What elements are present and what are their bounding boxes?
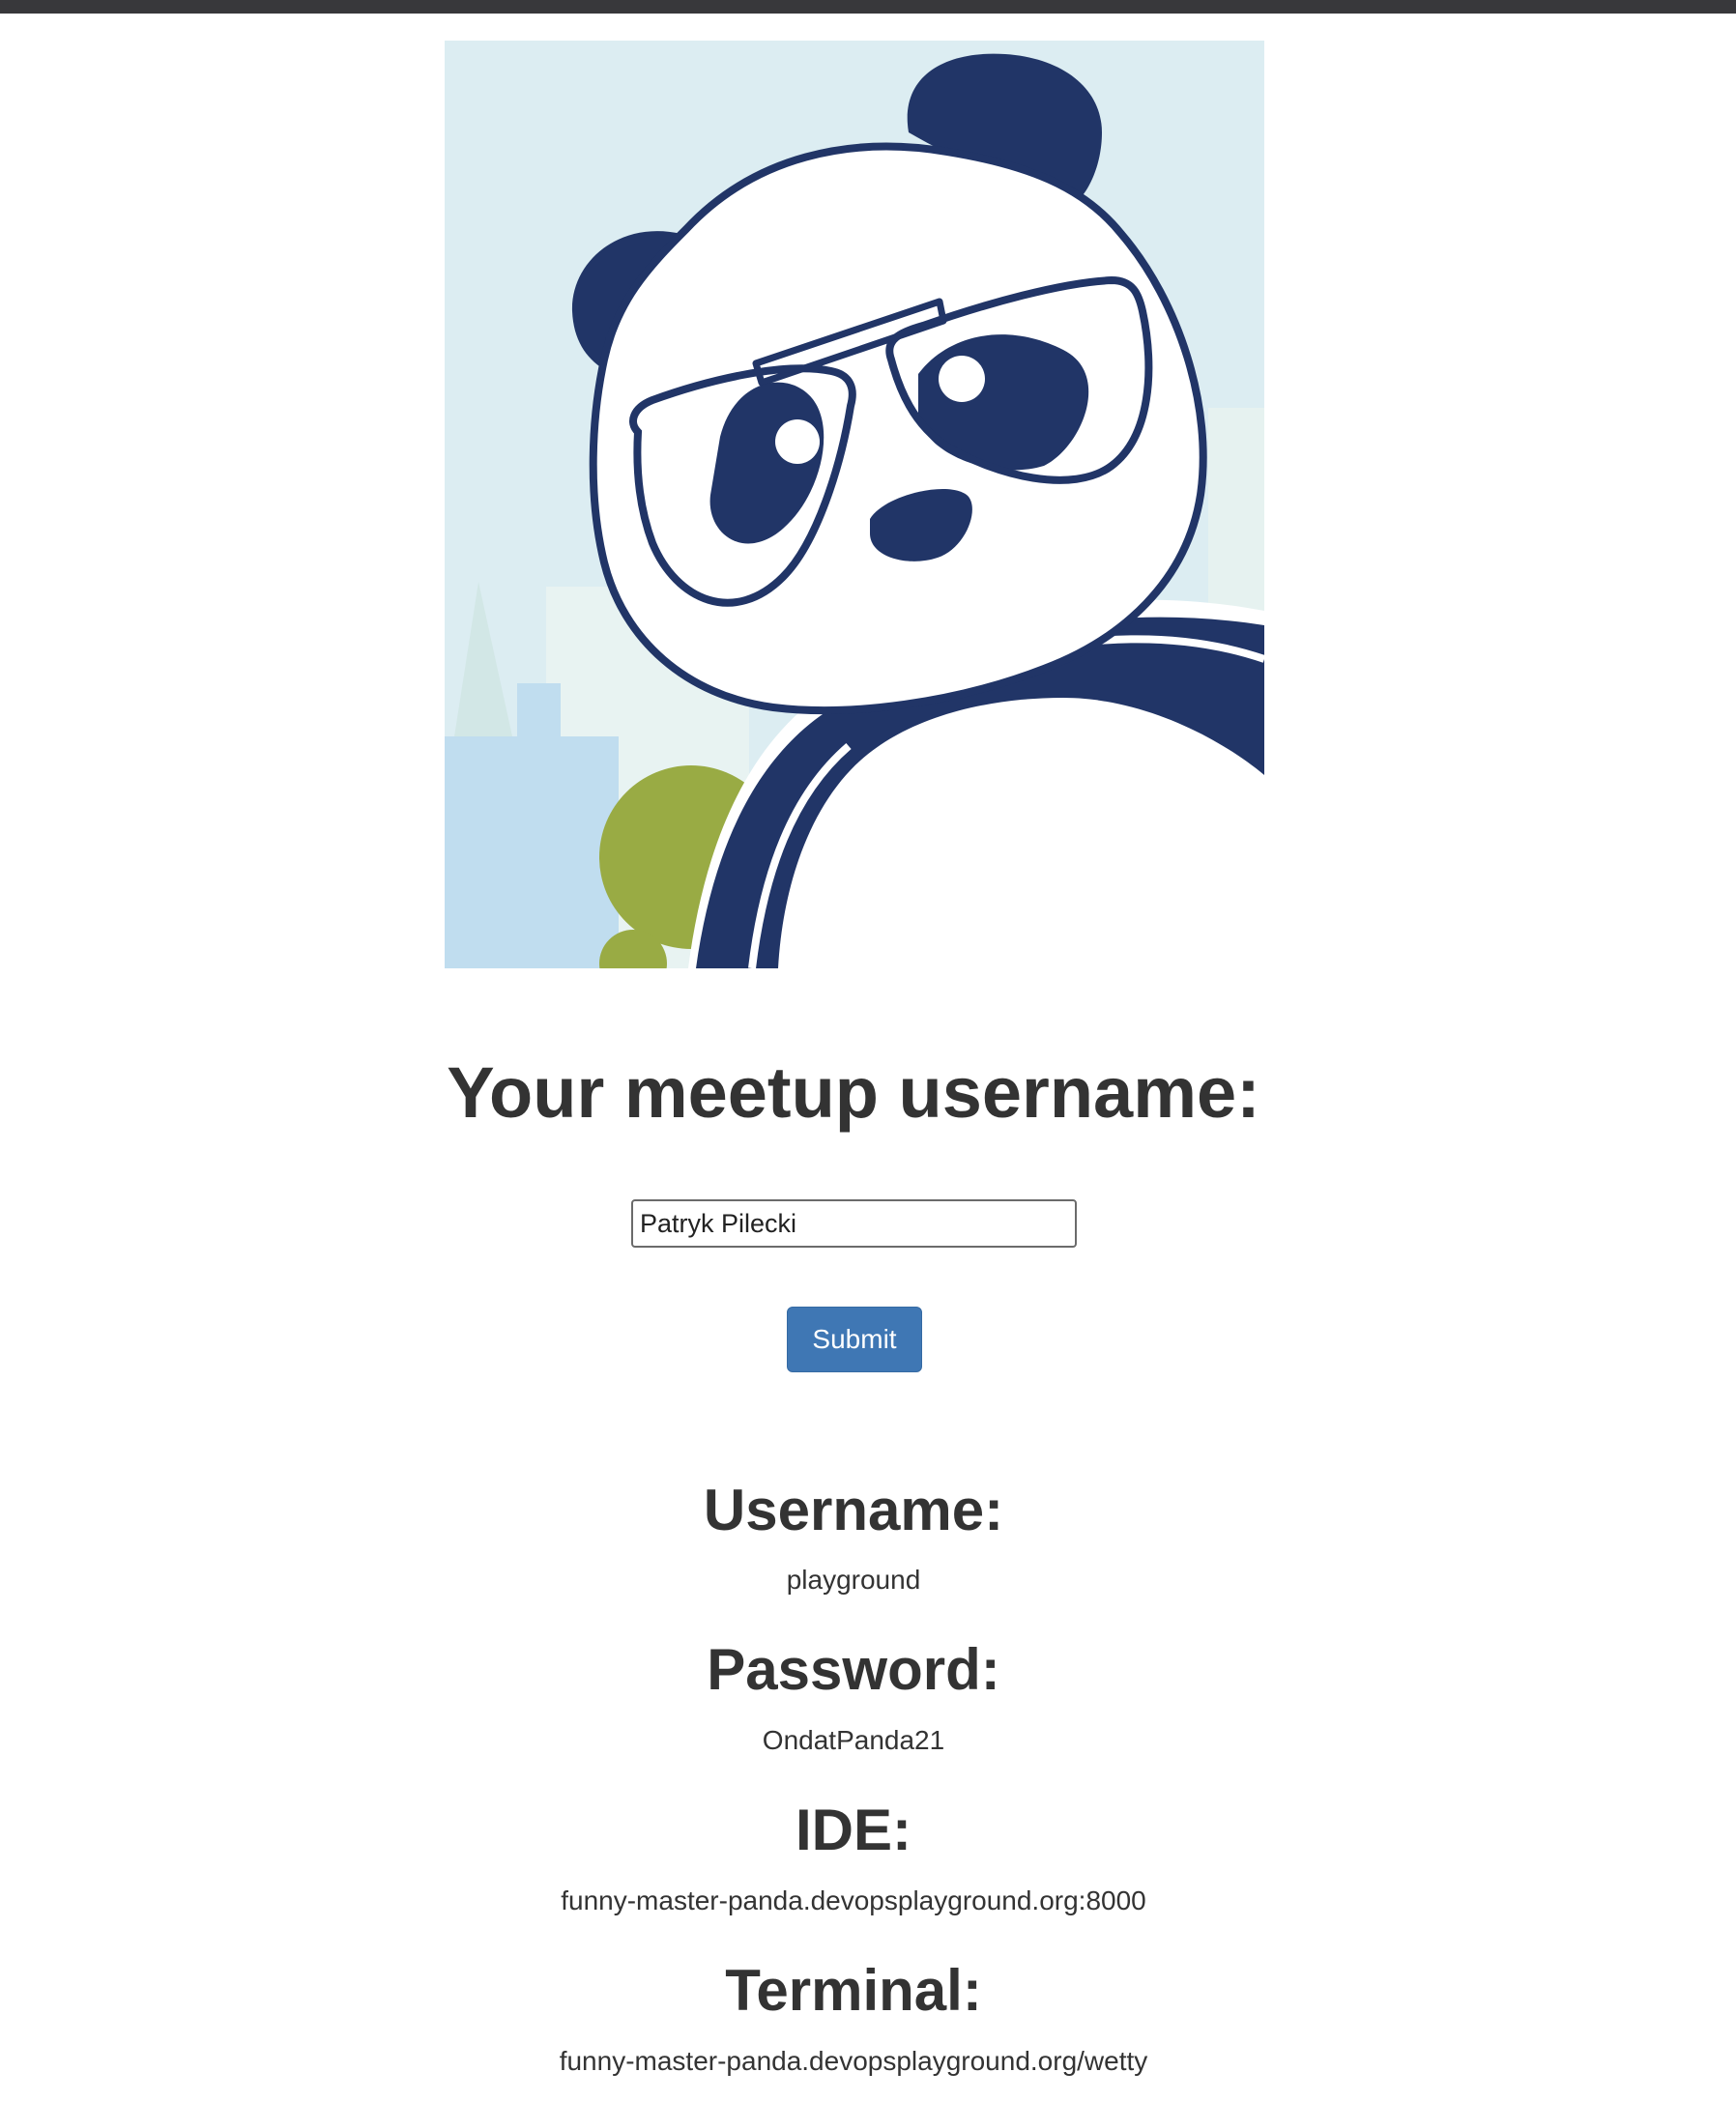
submit-button[interactable]: Submit: [787, 1307, 922, 1372]
browser-top-bar: [0, 0, 1736, 14]
password-label: Password:: [707, 1637, 1000, 1702]
panda-illustration: [445, 41, 1264, 968]
page-heading: Your meetup username:: [447, 1052, 1260, 1133]
terminal-url: funny-master-panda.devopsplayground.org/…: [559, 2046, 1148, 2076]
ide-label: IDE:: [796, 1798, 911, 1862]
ide-url: funny-master-panda.devopsplayground.org:…: [561, 1885, 1146, 1915]
meetup-username-input[interactable]: [631, 1199, 1077, 1248]
terminal-label: Terminal:: [725, 1958, 982, 2023]
password-value: OndatPanda21: [762, 1725, 945, 1755]
username-label: Username:: [703, 1478, 1004, 1542]
username-value: playground: [786, 1565, 921, 1595]
